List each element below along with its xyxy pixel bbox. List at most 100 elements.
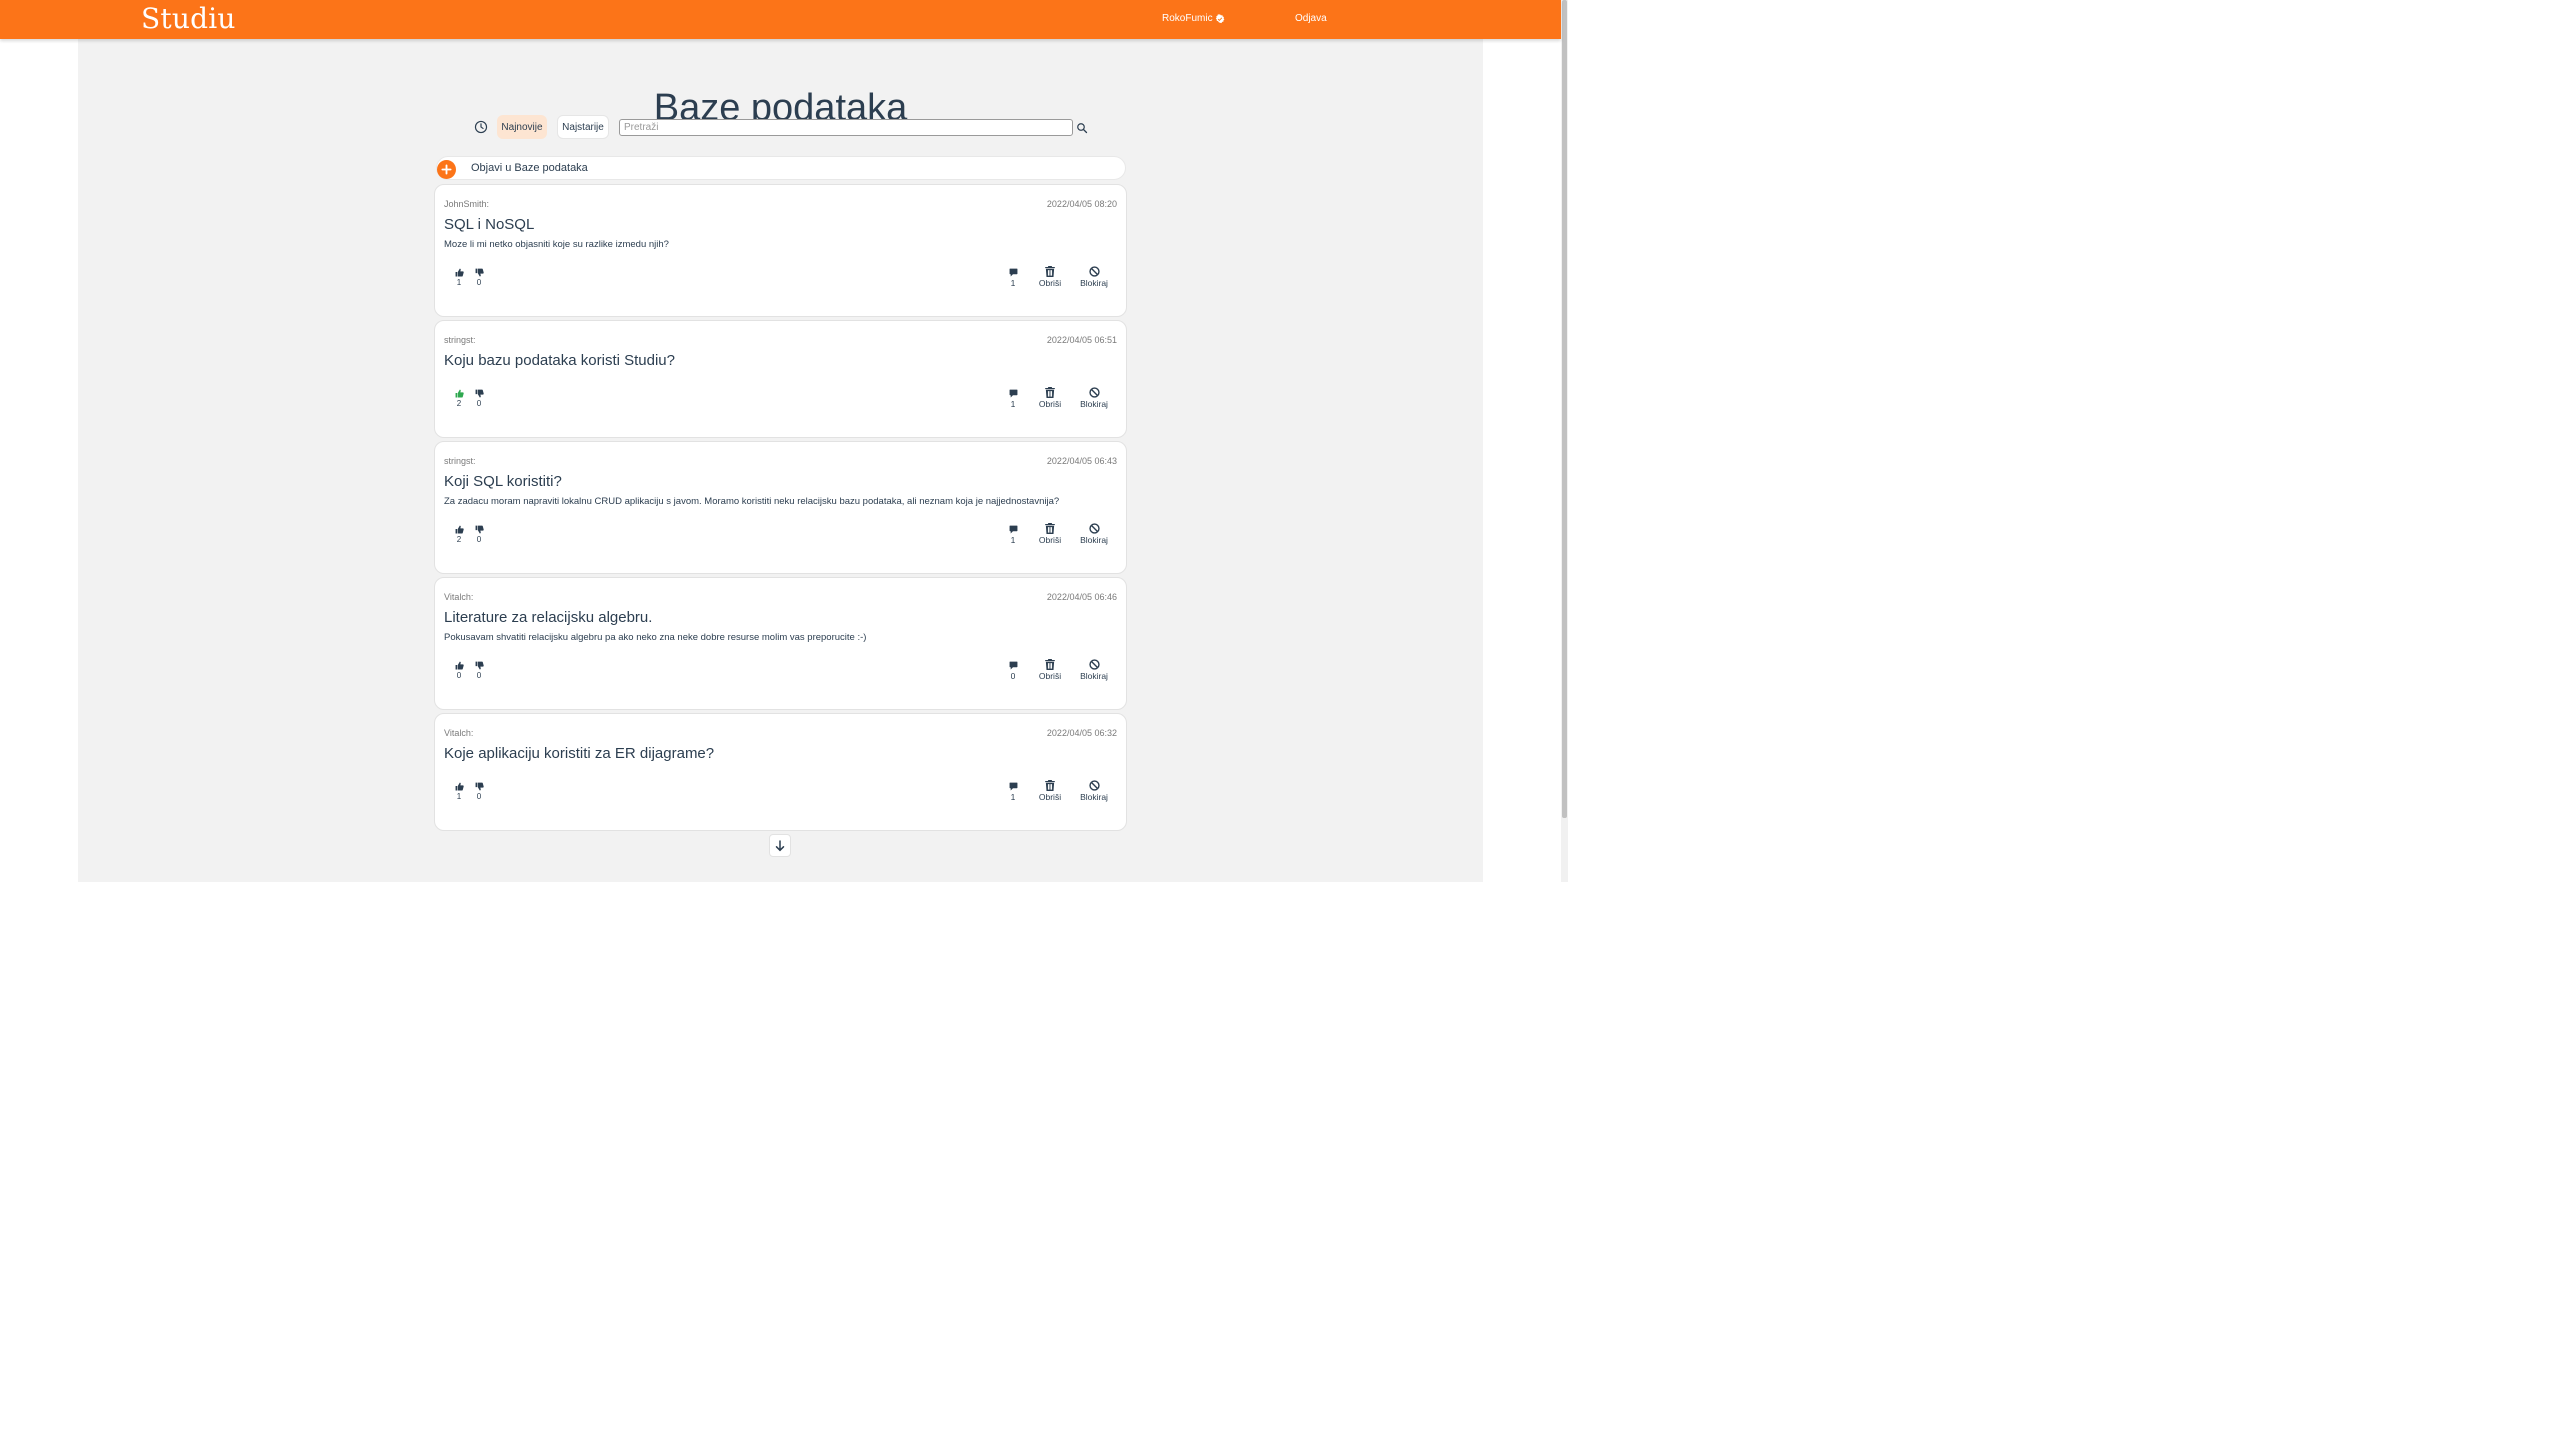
post-card[interactable]: JohnSmith: 2022/04/05 08:20 SQL i NoSQL … bbox=[434, 184, 1127, 317]
like-count: 1 bbox=[456, 278, 462, 287]
comment-count: 1 bbox=[1010, 399, 1016, 409]
thumbs-up-icon bbox=[455, 389, 464, 398]
comments-button[interactable]: 1 bbox=[1006, 389, 1020, 409]
search-icon[interactable] bbox=[1076, 122, 1088, 134]
delete-button[interactable]: Obriši bbox=[1035, 780, 1065, 802]
sort-oldest-button[interactable]: Najstarije bbox=[557, 115, 609, 139]
block-button[interactable]: Blokiraj bbox=[1076, 780, 1112, 802]
post-author[interactable]: JohnSmith: bbox=[444, 199, 489, 209]
new-post-label: Objavi u Baze podataka bbox=[471, 162, 588, 174]
comment-icon bbox=[1009, 525, 1017, 534]
delete-button[interactable]: Obriši bbox=[1035, 266, 1065, 288]
comment-count: 0 bbox=[1010, 671, 1016, 681]
post-card[interactable]: stringst: 2022/04/05 06:51 Koju bazu pod… bbox=[434, 320, 1127, 438]
dislike-count: 0 bbox=[476, 399, 482, 408]
like-button[interactable]: 1 bbox=[452, 782, 466, 801]
scrollbar-thumb[interactable] bbox=[1562, 0, 1567, 818]
dislike-button[interactable]: 0 bbox=[472, 782, 486, 801]
block-button[interactable]: Blokiraj bbox=[1076, 523, 1112, 545]
comment-icon bbox=[1009, 268, 1017, 277]
block-label: Blokiraj bbox=[1080, 278, 1108, 288]
dislike-button[interactable]: 0 bbox=[472, 268, 486, 287]
dislike-count: 0 bbox=[476, 792, 482, 801]
user-profile-link[interactable]: RokoFumic bbox=[1162, 13, 1225, 24]
like-count: 1 bbox=[456, 792, 462, 801]
like-button[interactable]: 2 bbox=[452, 389, 466, 408]
trash-icon bbox=[1045, 387, 1055, 398]
like-count: 0 bbox=[456, 671, 462, 680]
block-button[interactable]: Blokiraj bbox=[1076, 659, 1112, 681]
delete-button[interactable]: Obriši bbox=[1035, 387, 1065, 409]
thumbs-up-icon bbox=[455, 268, 464, 277]
like-button[interactable]: 0 bbox=[452, 661, 466, 680]
comment-count: 1 bbox=[1010, 535, 1016, 545]
studiu-logo[interactable]: Studiu bbox=[141, 2, 236, 35]
post-author[interactable]: Vitalch: bbox=[444, 592, 473, 602]
comments-button[interactable]: 1 bbox=[1006, 268, 1020, 288]
post-body: Moze li mi netko objasniti koje su razli… bbox=[444, 239, 669, 250]
username: RokoFumic bbox=[1162, 13, 1213, 24]
thumbs-down-icon bbox=[475, 389, 484, 398]
sort-newest-button[interactable]: Najnovije bbox=[497, 115, 547, 139]
delete-button[interactable]: Obriši bbox=[1035, 659, 1065, 681]
search-input[interactable] bbox=[619, 119, 1073, 136]
block-icon bbox=[1088, 266, 1100, 277]
post-author[interactable]: stringst: bbox=[444, 335, 476, 345]
post-body: Pokusavam shvatiti relacijsku algebru pa… bbox=[444, 632, 867, 643]
thumbs-up-icon bbox=[455, 525, 464, 534]
block-icon bbox=[1088, 387, 1100, 398]
block-icon bbox=[1088, 659, 1100, 670]
post-author[interactable]: Vitalch: bbox=[444, 728, 473, 738]
comment-icon bbox=[1009, 782, 1017, 791]
like-count: 2 bbox=[456, 535, 462, 544]
like-count: 2 bbox=[456, 399, 462, 408]
post-author[interactable]: stringst: bbox=[444, 456, 476, 466]
verified-badge-icon bbox=[1215, 13, 1224, 23]
post-title[interactable]: SQL i NoSQL bbox=[444, 216, 534, 233]
page-scrollbar[interactable] bbox=[1561, 0, 1568, 882]
block-icon bbox=[1088, 523, 1100, 534]
post-title[interactable]: Koju bazu podataka koristi Studiu? bbox=[444, 352, 675, 369]
thumbs-down-icon bbox=[475, 268, 484, 277]
dislike-button[interactable]: 0 bbox=[472, 525, 486, 544]
delete-label: Obriši bbox=[1038, 535, 1062, 545]
like-button[interactable]: 2 bbox=[452, 525, 466, 544]
thumbs-down-icon bbox=[475, 782, 484, 791]
clock-icon bbox=[474, 120, 488, 134]
load-more-button[interactable] bbox=[769, 834, 791, 857]
trash-icon bbox=[1045, 266, 1055, 277]
post-card[interactable]: Vitalch: 2022/04/05 06:46 Literature za … bbox=[434, 577, 1127, 710]
block-button[interactable]: Blokiraj bbox=[1076, 387, 1112, 409]
plus-icon bbox=[437, 160, 456, 179]
block-label: Blokiraj bbox=[1080, 792, 1108, 802]
delete-label: Obriši bbox=[1038, 792, 1062, 802]
post-date: 2022/04/05 06:43 bbox=[1046, 456, 1117, 466]
post-body: Za zadacu moram napraviti lokalnu CRUD a… bbox=[444, 496, 1060, 507]
new-post-button[interactable]: Objavi u Baze podataka bbox=[436, 156, 1126, 180]
arrow-down-icon bbox=[775, 839, 785, 851]
delete-label: Obriši bbox=[1038, 278, 1062, 288]
post-title[interactable]: Koji SQL koristiti? bbox=[444, 473, 562, 490]
thumbs-up-icon bbox=[455, 661, 464, 670]
dislike-button[interactable]: 0 bbox=[472, 661, 486, 680]
top-navbar: Studiu RokoFumic Odjava bbox=[0, 0, 1561, 39]
block-button[interactable]: Blokiraj bbox=[1076, 266, 1112, 288]
like-button[interactable]: 1 bbox=[452, 268, 466, 287]
dislike-button[interactable]: 0 bbox=[472, 389, 486, 408]
block-label: Blokiraj bbox=[1080, 399, 1108, 409]
comments-button[interactable]: 0 bbox=[1006, 661, 1020, 681]
post-card[interactable]: stringst: 2022/04/05 06:43 Koji SQL kori… bbox=[434, 441, 1127, 574]
delete-button[interactable]: Obriši bbox=[1035, 523, 1065, 545]
logout-link[interactable]: Odjava bbox=[1295, 13, 1327, 24]
delete-label: Obriši bbox=[1038, 399, 1062, 409]
comment-icon bbox=[1009, 389, 1017, 398]
dislike-count: 0 bbox=[476, 671, 482, 680]
comments-button[interactable]: 1 bbox=[1006, 782, 1020, 802]
post-date: 2022/04/05 08:20 bbox=[1046, 199, 1117, 209]
post-title[interactable]: Koje aplikaciju koristiti za ER dijagram… bbox=[444, 745, 714, 762]
block-icon bbox=[1088, 780, 1100, 791]
dislike-count: 0 bbox=[476, 535, 482, 544]
comments-button[interactable]: 1 bbox=[1006, 525, 1020, 545]
post-title[interactable]: Literature za relacijsku algebru. bbox=[444, 609, 652, 626]
post-card[interactable]: Vitalch: 2022/04/05 06:32 Koje aplikacij… bbox=[434, 713, 1127, 831]
